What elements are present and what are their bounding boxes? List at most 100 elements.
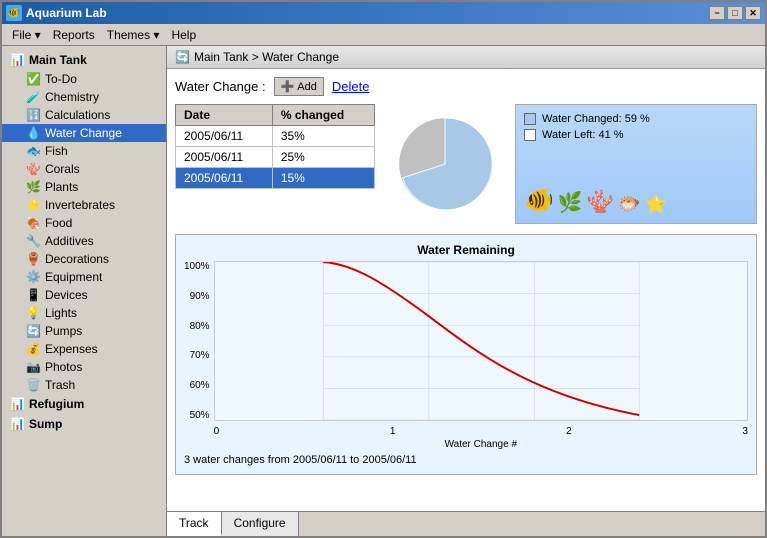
legend-label-left: Water Left: 41 % <box>542 129 624 141</box>
table-row-selected[interactable]: 2005/06/11 15% <box>176 168 375 189</box>
x-label-2: 2 <box>566 426 572 437</box>
sidebar-item-food[interactable]: 🍖 Food <box>2 214 166 232</box>
sidebar-item-expenses[interactable]: 💰 Expenses <box>2 340 166 358</box>
devices-icon: 📱 <box>26 288 41 302</box>
legend-checkbox-changed[interactable] <box>524 113 536 125</box>
sidebar-group-header-sump[interactable]: 📊 Sump <box>2 414 166 434</box>
table-row[interactable]: 2005/06/11 25% <box>176 147 375 168</box>
chart-svg <box>214 261 748 421</box>
trash-icon: 🗑️ <box>26 378 41 392</box>
y-label-80: 80% <box>190 321 210 332</box>
add-icon: ➕ <box>281 80 295 93</box>
sidebar-item-label-trash: Trash <box>45 378 75 392</box>
sidebar-item-corals[interactable]: 🪸 Corals <box>2 160 166 178</box>
table-row[interactable]: 2005/06/11 35% <box>176 126 375 147</box>
breadcrumb-text: Main Tank > Water Change <box>194 50 339 64</box>
app-icon: 🐠 <box>6 5 22 21</box>
equipment-icon: ⚙️ <box>26 270 41 284</box>
sidebar-item-photos[interactable]: 📷 Photos <box>2 358 166 376</box>
x-label-3: 3 <box>742 426 748 437</box>
legend-label-changed: Water Changed: 59 % <box>542 113 650 125</box>
sidebar-item-invertebrates[interactable]: ⭐ Invertebrates <box>2 196 166 214</box>
sidebar-item-label-equipment: Equipment <box>45 270 102 284</box>
add-button[interactable]: ➕ Add <box>274 77 324 96</box>
waterchange-icon: 💧 <box>26 126 41 140</box>
section-title: Water Change : <box>175 79 266 94</box>
cell-date-3: 2005/06/11 <box>176 168 273 189</box>
tab-configure[interactable]: Configure <box>222 512 299 536</box>
cell-pct-1: 35% <box>272 126 374 147</box>
menu-file[interactable]: File ▾ <box>6 26 47 44</box>
cell-pct-2: 25% <box>272 147 374 168</box>
x-label-0: 0 <box>214 426 220 437</box>
sidebar-item-label-calculations: Calculations <box>45 108 110 122</box>
cell-pct-3: 15% <box>272 168 374 189</box>
sidebar-group-label-sump: Sump <box>29 417 62 431</box>
chart-icon: 📊 <box>10 53 25 67</box>
menu-bar: File ▾ Reports Themes ▾ Help <box>2 24 765 46</box>
breadcrumb: 🔄 Main Tank > Water Change <box>167 46 765 69</box>
menu-themes[interactable]: Themes ▾ <box>101 26 166 44</box>
y-axis: 100% 90% 80% 70% 60% 50% <box>184 261 214 421</box>
legend-checkbox-left[interactable] <box>524 129 536 141</box>
refugium-icon: 📊 <box>10 397 25 411</box>
sidebar-group-header-refugium[interactable]: 📊 Refugium <box>2 394 166 414</box>
pumps-icon: 🔄 <box>26 324 41 338</box>
sidebar: 📊 Main Tank ✅ To-Do 🧪 Chemistry 🔢 Calcul… <box>2 46 167 536</box>
minimize-button[interactable]: − <box>709 6 725 20</box>
fish-decoration-2: 🐡 <box>618 194 640 215</box>
calculations-icon: 🔢 <box>26 108 41 122</box>
col-date: Date <box>176 105 273 126</box>
sidebar-item-decorations[interactable]: 🏺 Decorations <box>2 250 166 268</box>
coral-decoration: 🪸 <box>587 189 614 215</box>
sidebar-group-label-maintank: Main Tank <box>29 53 87 67</box>
fish-decoration-1: 🐠 <box>524 186 554 215</box>
sidebar-item-label-invertebrates: Invertebrates <box>45 198 115 212</box>
title-bar-left: 🐠 Aquarium Lab <box>6 5 107 21</box>
app-title: Aquarium Lab <box>26 6 107 20</box>
breadcrumb-icon: 🔄 <box>175 50 190 64</box>
sidebar-item-devices[interactable]: 📱 Devices <box>2 286 166 304</box>
sidebar-item-label-devices: Devices <box>45 288 88 302</box>
chemistry-icon: 🧪 <box>26 90 41 104</box>
close-button[interactable]: ✕ <box>745 6 761 20</box>
sidebar-item-label-lights: Lights <box>45 306 77 320</box>
sidebar-item-waterchange[interactable]: 💧 Water Change <box>2 124 166 142</box>
y-label-70: 70% <box>190 350 210 361</box>
sidebar-item-plants[interactable]: 🌿 Plants <box>2 178 166 196</box>
sidebar-item-chemistry[interactable]: 🧪 Chemistry <box>2 88 166 106</box>
x-axis-title: Water Change # <box>214 439 748 450</box>
sidebar-item-label-fish: Fish <box>45 144 68 158</box>
menu-reports[interactable]: Reports <box>47 26 101 44</box>
chart-svg-container: 0 1 2 3 Water Change # <box>214 261 748 450</box>
chart-summary: 3 water changes from 2005/06/11 to 2005/… <box>184 454 748 466</box>
water-change-table: Date % changed 2005/06/11 35% <box>175 104 375 189</box>
sidebar-item-additives[interactable]: 🔧 Additives <box>2 232 166 250</box>
y-label-50: 50% <box>190 410 210 421</box>
tab-track[interactable]: Track <box>167 512 222 536</box>
sidebar-item-label-photos: Photos <box>45 360 82 374</box>
expenses-icon: 💰 <box>26 342 41 356</box>
sidebar-item-todo[interactable]: ✅ To-Do <box>2 70 166 88</box>
sidebar-item-label-expenses: Expenses <box>45 342 98 356</box>
sidebar-item-pumps[interactable]: 🔄 Pumps <box>2 322 166 340</box>
sidebar-item-label-waterchange: Water Change <box>45 126 122 140</box>
legend-item-left: Water Left: 41 % <box>524 129 748 141</box>
sidebar-item-label-todo: To-Do <box>45 72 77 86</box>
sidebar-group-header-maintank[interactable]: 📊 Main Tank <box>2 50 166 70</box>
sidebar-item-equipment[interactable]: ⚙️ Equipment <box>2 268 166 286</box>
sidebar-item-lights[interactable]: 💡 Lights <box>2 304 166 322</box>
sidebar-group-label-refugium: Refugium <box>29 397 84 411</box>
legend-area: Water Changed: 59 % Water Left: 41 % 🐠 🌿 <box>515 104 757 224</box>
lights-icon: 💡 <box>26 306 41 320</box>
content-header: Water Change : ➕ Add Delete <box>175 77 757 96</box>
sidebar-item-trash[interactable]: 🗑️ Trash <box>2 376 166 394</box>
maximize-button[interactable]: □ <box>727 6 743 20</box>
sidebar-item-label-additives: Additives <box>45 234 94 248</box>
sidebar-item-calculations[interactable]: 🔢 Calculations <box>2 106 166 124</box>
sidebar-item-fish[interactable]: 🐟 Fish <box>2 142 166 160</box>
corals-icon: 🪸 <box>26 162 41 176</box>
plant-decoration: 🌿 <box>558 190 583 215</box>
menu-help[interactable]: Help <box>165 26 202 44</box>
delete-link[interactable]: Delete <box>332 79 370 94</box>
